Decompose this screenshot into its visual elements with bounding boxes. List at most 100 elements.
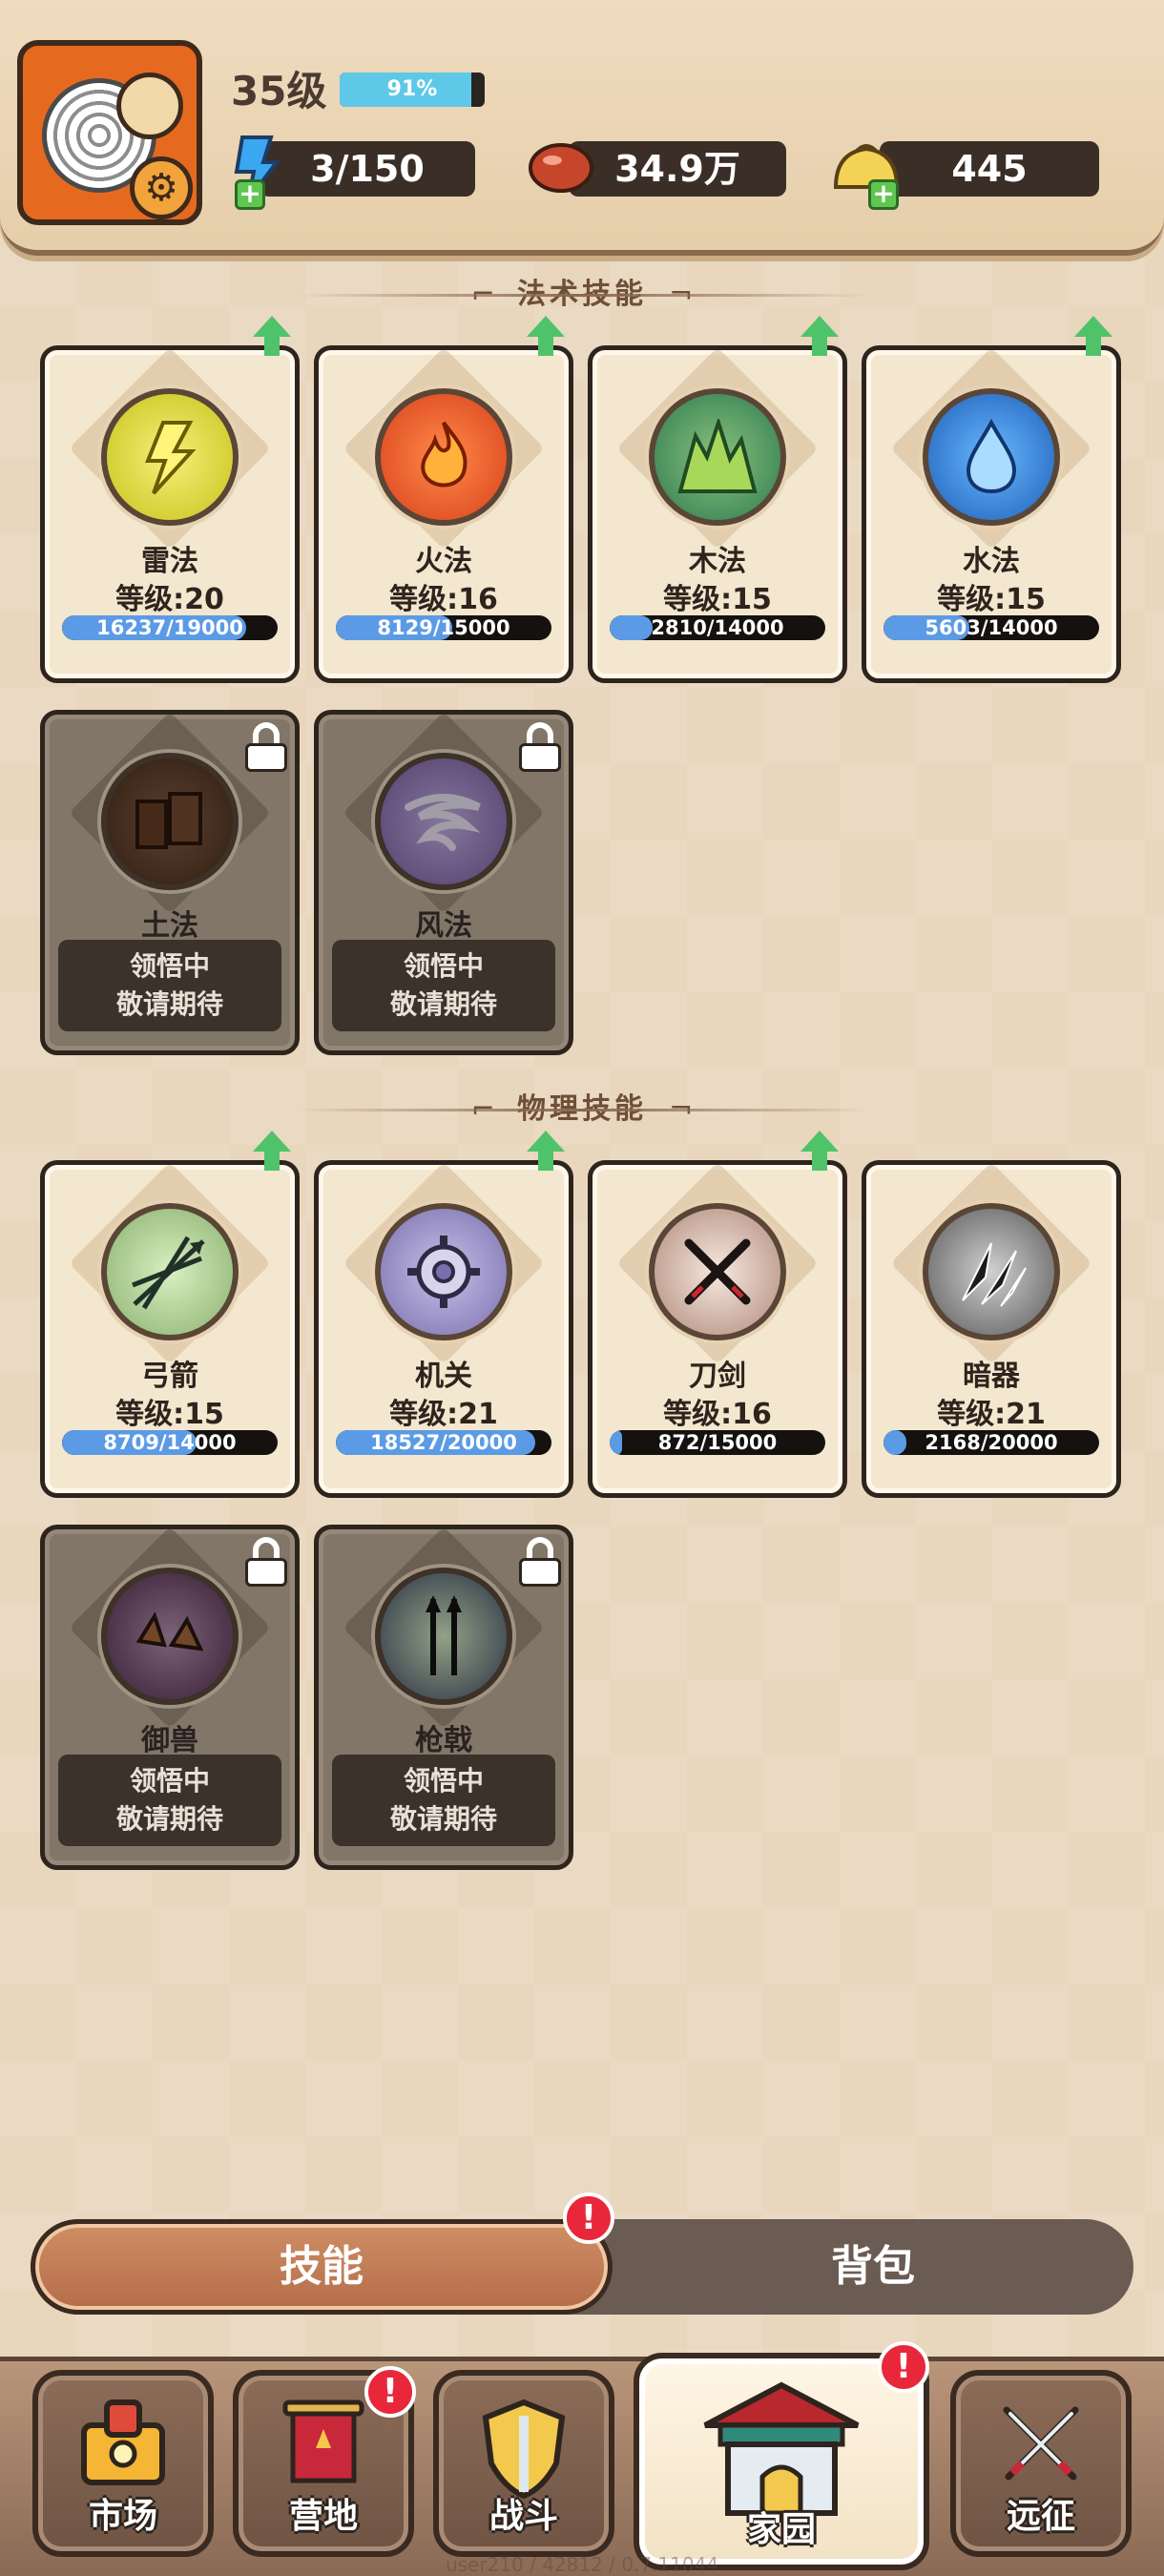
skill-exp-text: 16237/19000 [96,616,243,639]
tab-skills[interactable]: 技能 [31,2219,613,2315]
skill-exp-bar: 5603/14000 [883,615,1099,640]
skill-name: 御兽 [141,1724,198,1757]
skill-name: 风法 [415,909,472,943]
exp-progress-bar: 91% [340,73,485,107]
skill-card-swords[interactable]: 刀剑 等级:16 872/15000 [588,1131,847,1498]
upgrade-arrow-icon [527,316,565,358]
bean-icon [527,130,595,206]
skill-card-fire[interactable]: 火法 等级:16 8129/15000 [314,316,573,683]
locked-status-box: 领悟中 敬请期待 [332,1755,555,1846]
settings-gear-icon[interactable]: ⚙ [130,156,193,219]
nav-label: 远征 [1006,2497,1075,2536]
skill-level: 等级:15 [663,583,772,616]
build-info: user210 / 42812 / 0.7.11044 [445,2553,719,2576]
skill-exp-text: 2810/14000 [651,616,784,639]
skill-exp-bar: 18527/20000 [336,1430,551,1455]
skill-card-thunder[interactable]: 雷法 等级:20 16237/19000 [40,316,300,683]
skill-exp-text: 8129/15000 [377,616,510,639]
skill-card-beast-locked[interactable]: 御兽 领悟中 敬请期待 [40,1525,300,1870]
skill-level: 等级:21 [389,1398,498,1431]
hidden-weapon-icon [923,1203,1060,1340]
arrows-icon [101,1203,239,1340]
nav-battle[interactable]: 战斗 [433,2370,614,2557]
skill-card-bow[interactable]: 弓箭 等级:15 8709/14000 [40,1131,300,1498]
lock-icon [243,722,289,772]
earth-icon [101,753,239,890]
skill-level: 等级:15 [937,583,1046,616]
locked-status-line1: 领悟中 [403,950,484,982]
locked-status-line2: 敬请期待 [115,1803,223,1835]
skill-card-water[interactable]: 水法 等级:15 5603/14000 [862,316,1121,683]
nav-label: 战斗 [488,2497,558,2536]
skill-name: 雷法 [141,545,198,578]
nav-market[interactable]: 市场 [32,2370,214,2557]
upgrade-arrow-icon [1074,316,1112,358]
skill-name: 火法 [415,545,472,578]
heading-line-left [296,294,582,297]
spear-icon [375,1568,512,1705]
locked-status-line1: 领悟中 [129,950,210,982]
lock-icon [243,1537,289,1587]
skill-name: 枪戟 [415,1724,472,1757]
fire-icon [375,388,512,526]
upgrade-arrow-icon [800,316,839,358]
skill-level: 等级:16 [389,583,498,616]
heading-line-right [582,1109,868,1111]
add-stamina-button[interactable]: + [235,179,265,210]
skill-exp-bar: 8129/15000 [336,615,551,640]
physical-skills-heading: ⌐ 物理技能 ¬ [0,1086,1164,1133]
upgrade-arrow-icon [800,1131,839,1173]
skill-level: 等级:21 [937,1398,1046,1431]
swords-icon [649,1203,786,1340]
locked-status-line1: 领悟中 [403,1765,484,1797]
upgrade-arrow-icon [527,1131,565,1173]
skill-exp-text: 872/15000 [657,1431,778,1454]
beast-icon [101,1568,239,1705]
wind-icon [375,753,512,890]
locked-status-line2: 敬请期待 [389,1803,497,1835]
skill-exp-bar: 16237/19000 [62,615,278,640]
heading-line-right [582,294,868,297]
skill-name: 暗器 [963,1360,1020,1393]
skill-card-earth-locked[interactable]: 土法 领悟中 敬请期待 [40,710,300,1055]
stamina-value: 3/150 [310,148,425,190]
magic-skills-heading: ⌐ 法术技能 ¬ [0,271,1164,319]
player-level: 35级 [231,68,327,114]
bun-value: 445 [951,148,1028,190]
tab-bag[interactable]: 背包 [613,2219,1133,2315]
bean-value: 34.9万 [614,148,740,190]
skill-exp-text: 2168/20000 [925,1431,1058,1454]
skill-exp-bar: 2168/20000 [883,1430,1099,1455]
camp-alert-badge: ! [364,2366,416,2418]
top-status-bar: ⚙ 35级 91% 3/150 + 34.9万 445 + [0,0,1164,256]
skill-exp-bar: 872/15000 [610,1430,825,1455]
exp-percent: 91% [386,77,438,101]
upgrade-arrow-icon [253,316,291,358]
skill-card-hidden-weapon[interactable]: 暗器 等级:21 2168/20000 [862,1160,1121,1498]
skills-alert-badge: ! [563,2192,614,2244]
skill-card-wood[interactable]: 木法 等级:15 2810/14000 [588,316,847,683]
skill-exp-text: 8709/14000 [103,1431,237,1454]
bun-counter: 445 [880,141,1099,197]
wood-icon [649,388,786,526]
avatar-ear-graphic [116,73,183,139]
locked-status-line1: 领悟中 [129,1765,210,1797]
upgrade-arrow-icon [253,1131,291,1173]
nav-label: 营地 [288,2497,358,2536]
nav-expedition[interactable]: 远征 [950,2370,1132,2557]
mechanism-icon [375,1203,512,1340]
skill-name: 土法 [141,909,198,943]
lock-icon [517,1537,563,1587]
skill-card-wind-locked[interactable]: 风法 领悟中 敬请期待 [314,710,573,1055]
skill-name: 水法 [963,545,1020,578]
skill-card-spear-locked[interactable]: 枪戟 领悟中 敬请期待 [314,1525,573,1870]
skill-level: 等级:16 [663,1398,772,1431]
locked-status-box: 领悟中 敬请期待 [58,1755,281,1846]
skill-card-mechanism[interactable]: 机关 等级:21 18527/20000 [314,1131,573,1498]
skill-level: 等级:20 [115,583,224,616]
thunder-icon [101,388,239,526]
player-avatar[interactable]: ⚙ [17,40,202,225]
skill-exp-text: 18527/20000 [370,1431,517,1454]
lock-icon [517,722,563,772]
add-bun-button[interactable]: + [868,179,899,210]
